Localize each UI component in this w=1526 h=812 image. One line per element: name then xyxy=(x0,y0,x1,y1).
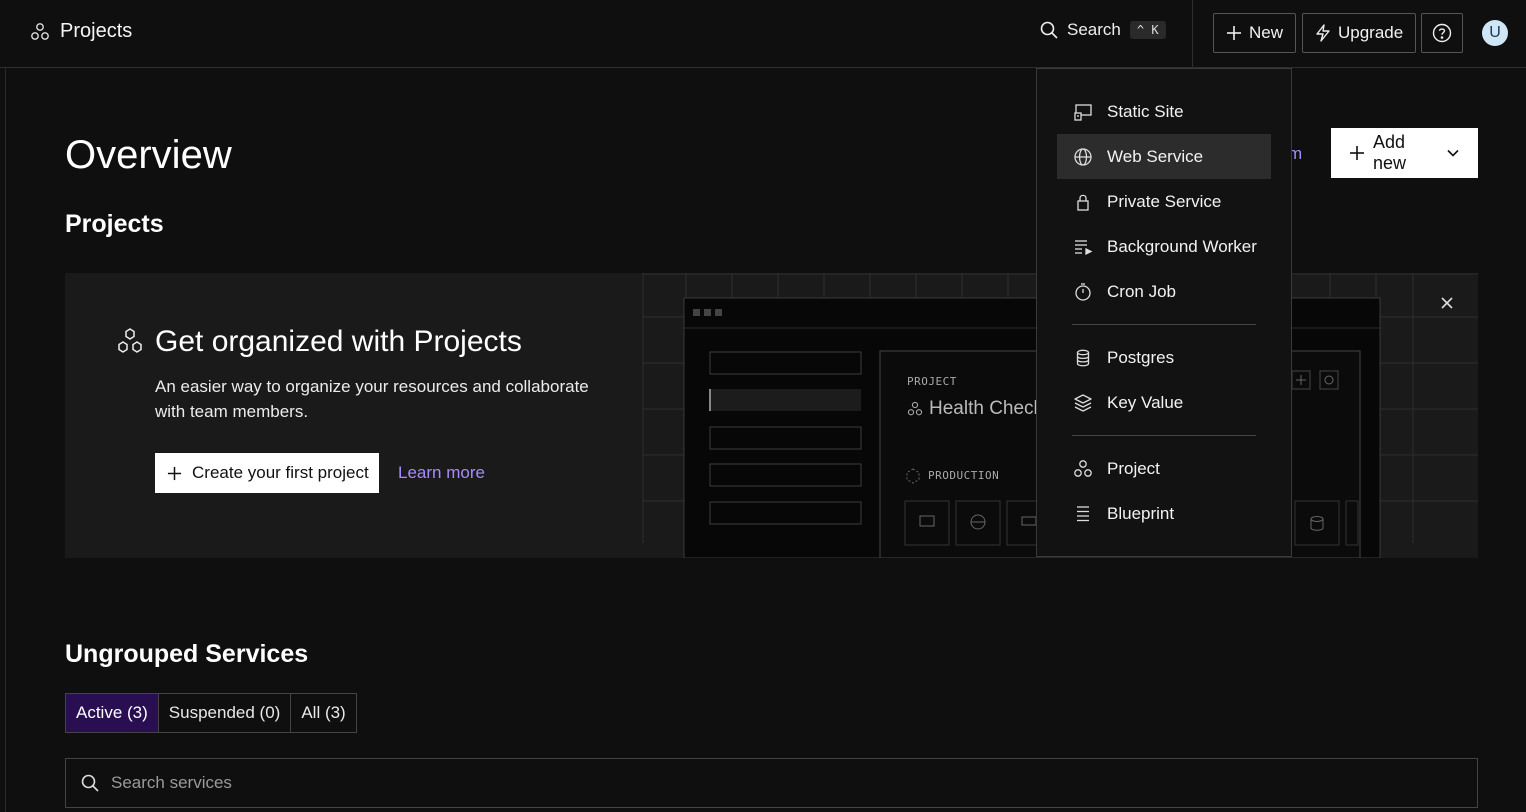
menu-item-label: Private Service xyxy=(1107,191,1222,211)
illustration-project-name-text: Health Check xyxy=(929,398,1044,419)
menu-item-label: Key Value xyxy=(1107,392,1184,412)
blueprint-icon xyxy=(1073,504,1093,524)
banner-title: Get organized with Projects xyxy=(115,325,522,359)
global-search-button[interactable]: Search ^ K xyxy=(1040,20,1166,40)
avatar[interactable]: U xyxy=(1482,20,1508,46)
menu-item-label: Postgres xyxy=(1107,347,1175,367)
menu-item-cron-job[interactable]: Cron Job xyxy=(1057,269,1271,314)
learn-more-link[interactable]: Learn more xyxy=(398,463,485,483)
menu-divider xyxy=(1072,324,1256,325)
menu-item-private-service[interactable]: Private Service xyxy=(1057,179,1271,224)
menu-item-label: Project xyxy=(1107,458,1160,478)
plus-icon xyxy=(1349,145,1365,161)
layers-icon xyxy=(1073,393,1093,413)
new-resource-menu: Static Site Web Service Private Service … xyxy=(1036,68,1292,557)
menu-item-postgres[interactable]: Postgres xyxy=(1057,335,1271,380)
help-button[interactable] xyxy=(1421,13,1463,53)
search-services-input[interactable] xyxy=(111,773,1411,793)
plus-icon xyxy=(167,466,182,481)
lightning-icon xyxy=(1315,24,1331,42)
topbar-divider xyxy=(1192,0,1193,68)
sidebar-edge xyxy=(0,68,6,812)
workspace-breadcrumb[interactable]: Projects xyxy=(30,20,132,43)
banner-title-text: Get organized with Projects xyxy=(155,325,522,358)
tab-active[interactable]: Active (3) xyxy=(66,694,159,732)
projects-heading: Projects xyxy=(65,210,164,238)
new-button-label: New xyxy=(1249,23,1284,42)
tab-all[interactable]: All (3) xyxy=(291,694,355,732)
project-icon xyxy=(1073,459,1093,479)
database-icon xyxy=(1073,348,1093,368)
illustration-project-name: Health Check xyxy=(907,398,1043,420)
service-search-field xyxy=(65,758,1478,808)
worker-icon xyxy=(1073,237,1093,257)
menu-item-blueprint[interactable]: Blueprint xyxy=(1057,491,1271,536)
projects-icon xyxy=(30,22,50,42)
page-title: Overview xyxy=(65,133,232,177)
search-icon xyxy=(1040,21,1058,39)
new-button[interactable]: New xyxy=(1213,13,1297,53)
top-bar: Projects Search ^ K New Upgrade U xyxy=(0,0,1526,68)
projects-icon xyxy=(907,401,923,417)
menu-item-label: Web Service xyxy=(1107,146,1204,166)
menu-divider xyxy=(1072,435,1256,436)
illustration-project-label: PROJECT xyxy=(907,375,957,388)
create-project-label: Create your first project xyxy=(192,463,369,482)
close-icon xyxy=(1437,293,1457,313)
upgrade-button[interactable]: Upgrade xyxy=(1302,13,1417,53)
workspace-title: Projects xyxy=(60,20,133,42)
menu-item-key-value[interactable]: Key Value xyxy=(1057,380,1271,425)
tab-suspended[interactable]: Suspended (0) xyxy=(159,694,292,732)
search-label: Search xyxy=(1067,20,1121,39)
ungrouped-services-heading: Ungrouped Services xyxy=(65,640,309,668)
upgrade-button-label: Upgrade xyxy=(1338,23,1404,42)
menu-item-label: Static Site xyxy=(1107,101,1184,121)
menu-item-static-site[interactable]: Static Site xyxy=(1057,89,1271,134)
service-status-tabs: Active (3) Suspended (0) All (3) xyxy=(65,693,357,733)
menu-item-label: Cron Job xyxy=(1107,281,1176,301)
lock-icon xyxy=(1073,192,1093,212)
search-shortcut-badge: ^ K xyxy=(1129,21,1166,39)
menu-item-web-service[interactable]: Web Service xyxy=(1057,134,1271,179)
create-project-button[interactable]: Create your first project xyxy=(155,453,379,493)
projects-icon xyxy=(115,327,145,357)
chevron-down-icon xyxy=(1446,146,1460,160)
menu-item-background-worker[interactable]: Background Worker xyxy=(1057,224,1271,269)
menu-item-label: Background Worker xyxy=(1107,236,1257,256)
menu-item-label: Blueprint xyxy=(1107,503,1175,523)
plus-icon xyxy=(1226,25,1242,41)
banner-description: An easier way to organize your resources… xyxy=(155,377,589,421)
globe-icon xyxy=(1073,147,1093,167)
timer-icon xyxy=(1073,282,1093,302)
static-site-icon xyxy=(1073,102,1093,122)
menu-item-project[interactable]: Project xyxy=(1057,446,1271,491)
close-banner-button[interactable] xyxy=(1437,293,1457,313)
add-new-button[interactable]: Add new xyxy=(1331,128,1478,178)
help-icon xyxy=(1432,23,1452,43)
add-new-label: Add new xyxy=(1373,132,1407,173)
search-icon xyxy=(81,774,99,792)
illustration-environment-label: PRODUCTION xyxy=(928,469,1000,482)
